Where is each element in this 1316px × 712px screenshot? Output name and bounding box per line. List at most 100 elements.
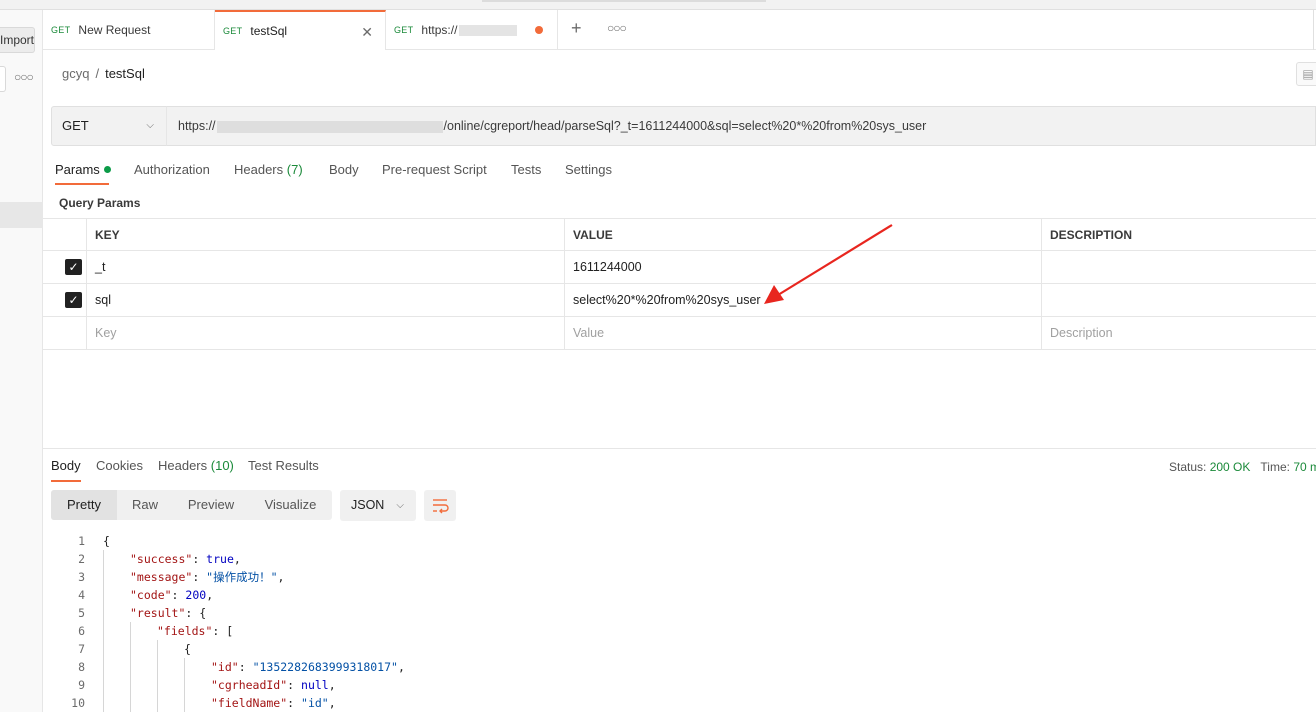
json-value: [ (226, 624, 234, 638)
indent-guide (157, 658, 158, 676)
line-number: 3 (78, 570, 85, 584)
code-text: "fieldName": "id", (211, 694, 336, 712)
tab-params[interactable]: Params (55, 162, 111, 177)
redacted-region (216, 120, 443, 133)
code-line: 2 "success": true, (43, 550, 1316, 568)
more-icon[interactable]: ○○○ (14, 70, 34, 84)
line-number: 4 (78, 588, 85, 602)
tab-new-request[interactable]: GET New Request (43, 10, 215, 50)
breadcrumb-request[interactable]: testSql (105, 66, 145, 81)
json-punctuation: , (233, 552, 241, 566)
checkbox-checked-icon[interactable]: ✓ (65, 292, 82, 308)
json-punctuation: , (277, 570, 285, 584)
new-description-input[interactable]: Description (1042, 317, 1316, 349)
json-separator: : (287, 678, 302, 692)
new-value-input[interactable]: Value (565, 317, 1042, 349)
status-code[interactable]: 200 OK (1210, 460, 1251, 474)
divider (1313, 10, 1314, 50)
json-punctuation: , (328, 696, 336, 710)
format-select[interactable]: JSON ⌵ (340, 490, 416, 521)
status-label: Status: (1169, 460, 1207, 474)
indent-guide (103, 604, 104, 622)
indent-guide (103, 622, 104, 640)
tab-method: GET (394, 25, 414, 35)
sidebar-search-input[interactable] (0, 66, 6, 92)
line-number: 8 (78, 660, 85, 674)
indent-guide (130, 694, 131, 712)
more-icon[interactable]: ○○○ (607, 21, 627, 35)
indent-guide (103, 694, 104, 712)
code-text: { (103, 532, 110, 550)
tab-authorization[interactable]: Authorization (134, 162, 210, 177)
param-key-input[interactable]: _t (87, 251, 565, 283)
code-line: 4 "code": 200, (43, 586, 1316, 604)
indent-guide (130, 658, 131, 676)
param-description-input[interactable] (1042, 284, 1316, 316)
view-visualize-button[interactable]: Visualize (249, 490, 332, 520)
tab-body[interactable]: Body (329, 162, 359, 177)
json-punctuation: , (397, 660, 405, 674)
new-key-input[interactable]: Key (87, 317, 565, 349)
window-top-strip (0, 0, 1316, 10)
query-params-table: KEY VALUE DESCRIPTION ✓ _t 1611244000 ✓ … (43, 218, 1316, 350)
time-label: Time: (1260, 460, 1290, 474)
param-key-input[interactable]: sql (87, 284, 565, 316)
tab-https[interactable]: GET https:// (386, 10, 558, 50)
table-row-empty: Key Value Description (43, 317, 1316, 350)
add-tab-icon[interactable]: + (571, 18, 582, 39)
json-separator: : (212, 624, 227, 638)
code-text: "success": true, (130, 550, 241, 568)
response-divider[interactable] (43, 448, 1316, 449)
tab-settings[interactable]: Settings (565, 162, 612, 177)
tab-headers-count: (7) (286, 162, 303, 177)
line-number: 5 (78, 606, 85, 620)
wrap-lines-icon (433, 499, 449, 514)
sidebar-selected-item[interactable] (0, 202, 43, 228)
view-pretty-button[interactable]: Pretty (51, 490, 117, 520)
table-header-row: KEY VALUE DESCRIPTION (43, 218, 1316, 251)
tab-response-headers-label: Headers (158, 458, 208, 473)
tab-method: GET (223, 26, 243, 36)
tab-headers[interactable]: Headers (7) (234, 162, 303, 177)
code-line: 6 "fields": [ (43, 622, 1316, 640)
view-mode-group: Pretty Raw Preview Visualize (51, 490, 332, 520)
param-description-input[interactable] (1042, 251, 1316, 283)
json-separator: : (185, 606, 200, 620)
sidebar: Import ○○○ (0, 10, 43, 712)
breadcrumb-workspace[interactable]: gcyq (62, 66, 89, 81)
format-value: JSON (351, 498, 385, 512)
active-tab-indicator (55, 183, 109, 185)
indent-guide (103, 568, 104, 586)
json-key: "result" (130, 606, 186, 620)
save-icon[interactable]: ▤ (1296, 62, 1316, 86)
tab-tests[interactable]: Tests (511, 162, 541, 177)
method-select[interactable]: GET ⌵ (51, 106, 167, 146)
request-tab-bar: GET New Request GET testSql ✕ GET https:… (43, 10, 1316, 50)
tab-response-headers[interactable]: Headers (10) (158, 458, 234, 473)
indent-guide (103, 658, 104, 676)
view-raw-button[interactable]: Raw (117, 490, 173, 520)
tab-pre-request-script[interactable]: Pre-request Script (382, 162, 487, 177)
url-input[interactable]: https:// /online/cgreport/head/parseSql?_… (166, 106, 1316, 146)
line-number: 1 (78, 534, 85, 548)
json-key: "code" (130, 588, 172, 602)
tab-response-body[interactable]: Body (51, 458, 81, 473)
tab-testsql[interactable]: GET testSql ✕ (215, 10, 386, 50)
view-preview-button[interactable]: Preview (173, 490, 249, 520)
chevron-down-icon: ⌵ (146, 120, 154, 131)
indent-guide (184, 694, 185, 712)
tab-test-results[interactable]: Test Results (248, 458, 319, 473)
json-punctuation: , (328, 678, 336, 692)
close-icon[interactable]: ✕ (361, 24, 373, 41)
unsaved-changes-dot (535, 26, 543, 34)
indent-guide (157, 676, 158, 694)
wrap-lines-button[interactable] (424, 490, 456, 521)
query-params-title: Query Params (59, 196, 141, 210)
tab-cookies[interactable]: Cookies (96, 458, 143, 473)
json-value: "1352282683999318017" (252, 660, 398, 674)
import-button[interactable]: Import (0, 27, 35, 53)
response-body-code[interactable]: 1{2 "success": true, 3 "message": "操作成功！", 4… (43, 532, 1316, 712)
checkbox-checked-icon[interactable]: ✓ (65, 259, 82, 275)
response-time[interactable]: 70 m (1293, 460, 1316, 474)
indent-guide (130, 676, 131, 694)
